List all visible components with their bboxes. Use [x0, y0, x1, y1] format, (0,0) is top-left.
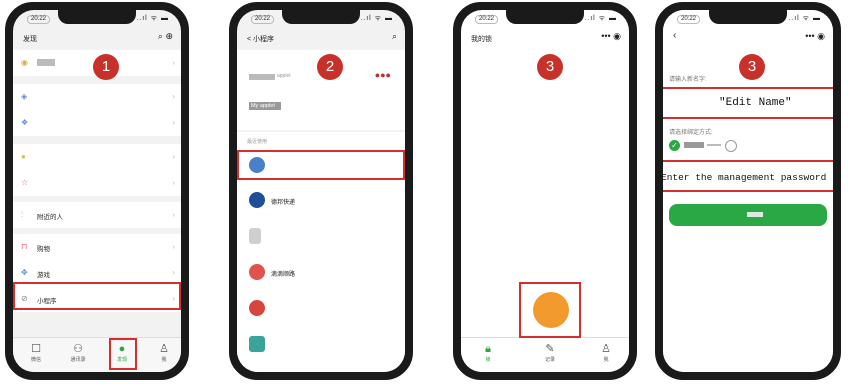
tab-chats[interactable]: ☐ 微信: [21, 342, 51, 363]
chevron-right-icon: ›: [172, 118, 175, 127]
game-icon: ✥: [21, 268, 28, 277]
contacts-icon: ⚇: [73, 343, 83, 355]
chevron-right-icon: ›: [172, 242, 175, 251]
list-item[interactable]: ❖ ›: [13, 110, 181, 136]
lock-icon: 🔒︎: [485, 343, 491, 355]
status-time: 20:22: [475, 15, 499, 24]
highlight-box: [13, 282, 181, 310]
phone-2: 20:22 ..ıl ᯤ ▬ < 小程序 ⌕ 2 applet ●●● My a…: [229, 2, 413, 380]
chevron-right-icon: ›: [172, 268, 175, 277]
status-time: 20:22: [27, 15, 51, 24]
bind-label: 请选择绑定方式:: [669, 130, 713, 136]
highlight-box: [237, 150, 405, 180]
applet-avatars[interactable]: ●●●: [375, 70, 391, 80]
signal-icon: ..ıl ᯤ ▬: [136, 15, 169, 22]
phone-1-screen: 20:22 ..ıl ᯤ ▬ 发现 ⌕ ⊕ 1 ◉ › ◈ › ❖ › ● › …: [13, 10, 181, 372]
list-item-label: 附近的人: [37, 214, 63, 221]
profile-icon: ♙: [159, 343, 169, 355]
signal-icon: ..ıl ᯤ ▬: [360, 15, 393, 22]
phone-3: 20:22 ..ıl ᯤ ▬ 我的锁 ••• ◉ 3 🔒︎ 锁 ✎ 记录 ♙ 我: [453, 2, 637, 380]
list-item[interactable]: ● ›: [13, 144, 181, 170]
signal-icon: ..ıl ᯤ ▬: [788, 15, 821, 22]
mini-program-header: < 小程序 ⌕: [237, 26, 405, 48]
shop-icon: ⊓: [21, 242, 28, 251]
chevron-right-icon: ›: [172, 178, 175, 187]
list-item[interactable]: ☆ ›: [13, 170, 181, 196]
status-time: 20:22: [251, 15, 275, 24]
nearby-icon: ⫶: [21, 210, 23, 219]
moments-icon: ◉: [21, 58, 28, 67]
page-title: 发现: [23, 36, 37, 43]
scan-icon: ◈: [21, 92, 28, 101]
app-icon[interactable]: [249, 336, 265, 352]
tab-lock[interactable]: 🔒︎ 锁: [473, 342, 503, 363]
app-label[interactable]: 德邦快递: [271, 197, 295, 206]
phone-2-screen: 20:22 ..ıl ᯤ ▬ < 小程序 ⌕ 2 applet ●●● My a…: [237, 10, 405, 372]
step-badge-2: 2: [317, 54, 343, 80]
status-time: 20:22: [677, 15, 701, 24]
back-button[interactable]: < 小程序: [247, 34, 274, 44]
tab-me[interactable]: ♙ 我: [149, 342, 179, 363]
notch: [506, 10, 584, 24]
name-label: 请输入新名字:: [669, 77, 707, 83]
more-icon[interactable]: ••• ◉: [805, 31, 825, 42]
search-icon: ●: [21, 152, 26, 161]
chevron-right-icon: ›: [172, 210, 175, 219]
tab-bar: ☐ 微信 ⚇ 通讯录 ● 发现 ♙ 我: [13, 337, 181, 372]
bind-option-selected[interactable]: ✓: [669, 140, 680, 151]
chat-icon: ☐: [31, 343, 41, 355]
records-icon: ✎: [545, 343, 555, 355]
phone-1: 20:22 ..ıl ᯤ ▬ 发现 ⌕ ⊕ 1 ◉ › ◈ › ❖ › ● › …: [5, 2, 189, 380]
tab-records[interactable]: ✎ 记录: [535, 342, 565, 363]
signal-icon: ..ıl ᯤ ▬: [584, 15, 617, 22]
list-item[interactable]: ⫶ 附近的人 ›: [13, 202, 181, 228]
app-icon[interactable]: [249, 300, 265, 316]
app-icon[interactable]: [249, 192, 265, 208]
highlight-box: [109, 338, 137, 370]
notch: [58, 10, 136, 24]
shake-icon: ❖: [21, 118, 29, 127]
phone-4: 20:22 ..ıl ᯤ ▬ ‹ ••• ◉ 3 请输入新名字: "Edit N…: [655, 2, 841, 380]
discover-header: 发现 ⌕ ⊕: [13, 26, 181, 48]
back-button[interactable]: ‹: [673, 30, 676, 41]
list-item-label: 游戏: [37, 272, 50, 279]
profile-icon: ♙: [601, 343, 611, 355]
phone-3-screen: 20:22 ..ıl ᯤ ▬ 我的锁 ••• ◉ 3 🔒︎ 锁 ✎ 记录 ♙ 我: [461, 10, 629, 372]
list-item[interactable]: ◈ ›: [13, 84, 181, 110]
chevron-right-icon: ›: [172, 152, 175, 161]
confirm-button[interactable]: [669, 204, 827, 226]
password-input[interactable]: Enter the management password: [661, 172, 826, 183]
tab-me[interactable]: ♙ 我: [591, 342, 621, 363]
step-badge-3: 3: [537, 54, 563, 80]
page-title: 我的锁: [471, 36, 492, 43]
list-item-label: 购物: [37, 246, 50, 253]
name-input-box[interactable]: [663, 87, 833, 119]
section-title: 最近使用: [247, 139, 268, 145]
app-label[interactable]: 滴滴顺路: [271, 269, 295, 278]
edit-header: ‹ ••• ◉: [663, 26, 833, 48]
highlight-box: [519, 282, 581, 338]
chevron-right-icon: ›: [172, 92, 175, 101]
notch: [709, 10, 787, 24]
bind-option-radio[interactable]: [725, 140, 737, 152]
app-icon[interactable]: [249, 228, 261, 244]
tab-bar: 🔒︎ 锁 ✎ 记录 ♙ 我: [461, 337, 629, 372]
search-icon[interactable]: ⌕: [392, 31, 397, 42]
chevron-right-icon: ›: [172, 58, 175, 67]
step-badge-1: 1: [93, 54, 119, 80]
my-applet-label[interactable]: My applet: [249, 102, 281, 110]
search-icon[interactable]: ⌕ ⊕: [158, 31, 173, 42]
app-icon[interactable]: [249, 264, 265, 280]
phone-4-screen: 20:22 ..ıl ᯤ ▬ ‹ ••• ◉ 3 请输入新名字: "Edit N…: [661, 10, 833, 372]
step-badge-3: 3: [739, 54, 765, 80]
more-icon[interactable]: ••• ◉: [601, 31, 621, 42]
star-icon: ☆: [21, 178, 29, 187]
lock-header: 我的锁 ••• ◉: [461, 26, 629, 48]
tab-contacts[interactable]: ⚇ 通讯录: [63, 342, 93, 363]
list-item[interactable]: ⊓ 购物 ›: [13, 234, 181, 260]
notch: [282, 10, 360, 24]
